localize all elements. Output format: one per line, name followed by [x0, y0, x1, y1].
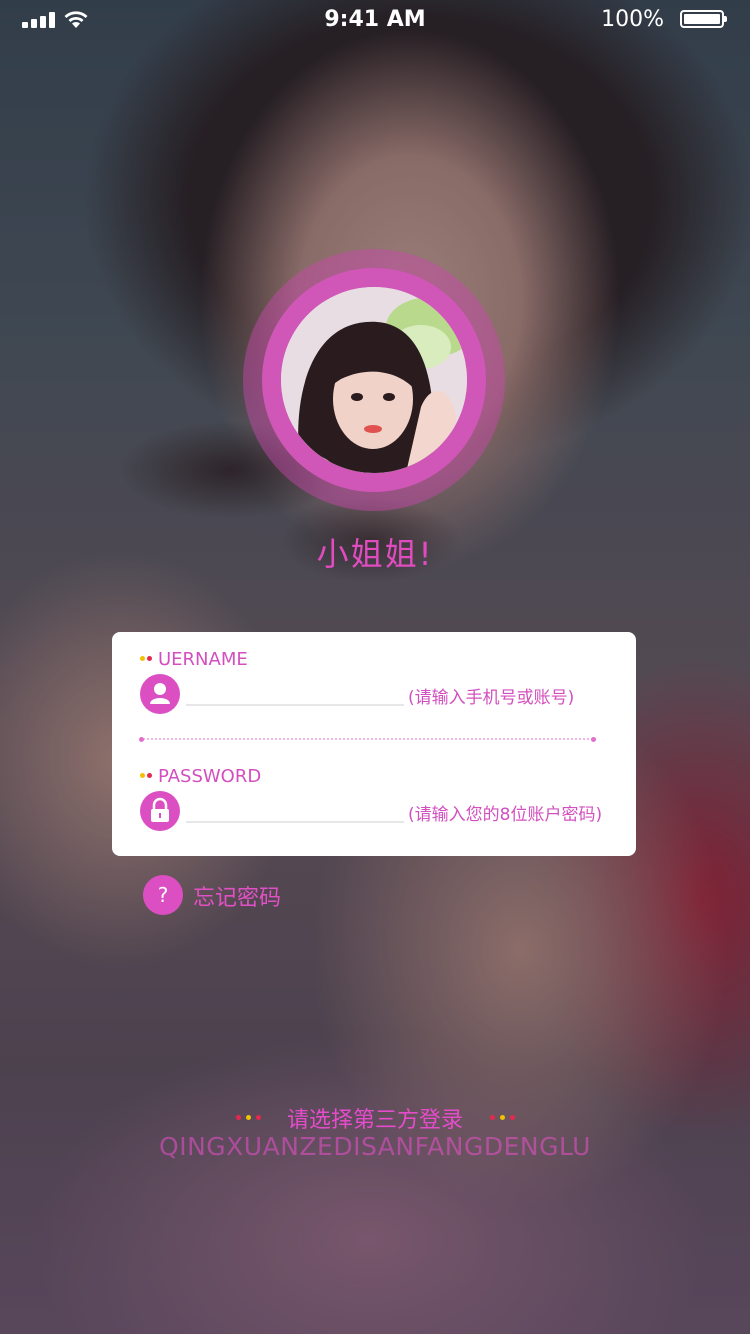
divider-dot-left: [139, 737, 144, 742]
field-divider: [140, 738, 596, 740]
divider-dot-right: [591, 737, 596, 742]
battery-icon: [680, 10, 727, 28]
password-label: PASSWORD: [158, 766, 262, 787]
title-dots-right-decor: [490, 1115, 518, 1121]
username-hint: (请输入手机号或账号): [408, 688, 575, 708]
avatar-image: [281, 287, 467, 473]
avatar[interactable]: [281, 287, 467, 473]
password-hint: (请输入您的8位账户密码): [408, 805, 603, 825]
question-icon: ?: [143, 875, 183, 915]
forgot-password-label: 忘记密码: [193, 886, 282, 911]
label-dots-decor: [140, 773, 154, 779]
password-input[interactable]: [186, 821, 404, 823]
login-card: UERNAME (请输入手机号或账号) PASSWORD (请输入您的8位账户密…: [112, 632, 636, 856]
third-party-subtitle: QINGXUANZEDISANFANGDENGLU: [159, 1132, 591, 1161]
user-icon: [140, 674, 180, 714]
battery-percent: 100%: [601, 7, 664, 32]
username-input[interactable]: [186, 704, 404, 706]
lock-icon: [140, 791, 180, 831]
third-party-title: 请选择第三方登录: [286, 1108, 463, 1133]
status-bar: 9:41 AM 100%: [0, 0, 750, 40]
label-dots-decor: [140, 656, 154, 662]
nickname: 小姐姐!: [316, 535, 434, 573]
username-label: UERNAME: [158, 649, 248, 670]
battery-fill: [684, 14, 720, 24]
